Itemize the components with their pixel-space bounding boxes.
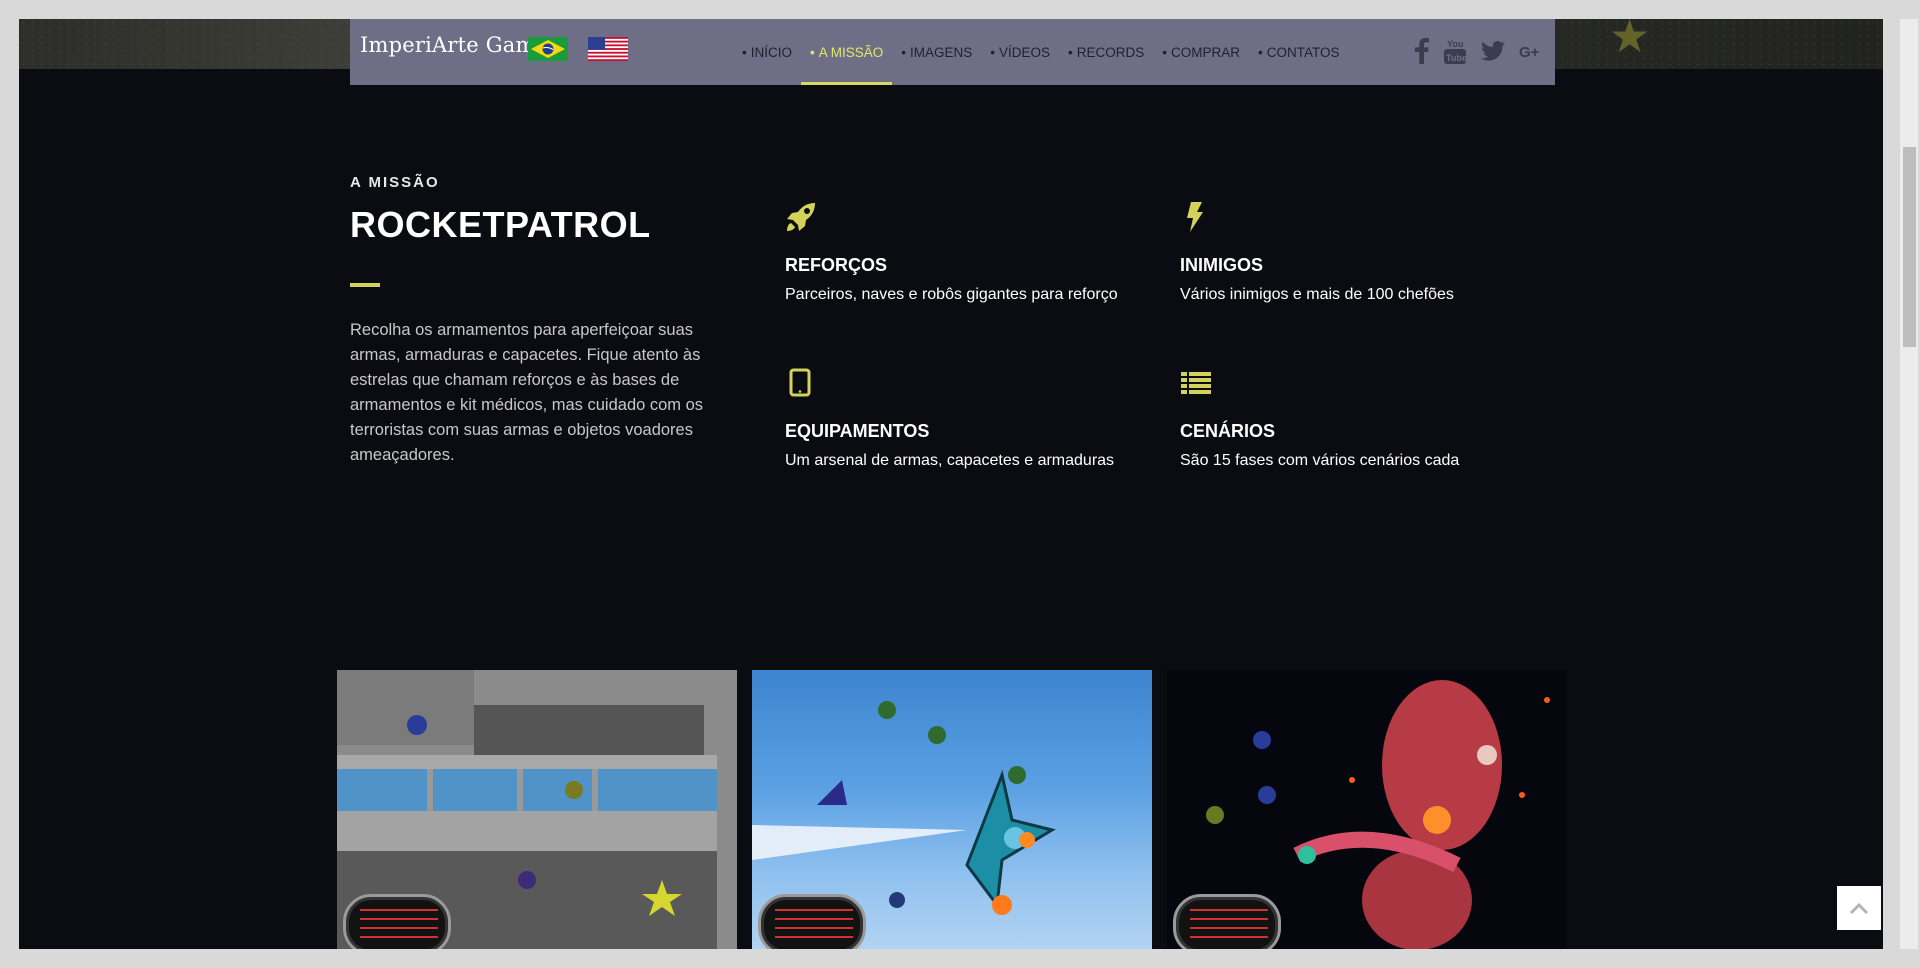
scrollbar-thumb[interactable] [1903,147,1916,347]
feature-reforcos: REFORÇOS Parceiros, naves e robôs gigant… [785,201,1165,304]
tablet-icon [789,368,811,397]
section-kicker: A MISSÃO [350,174,440,191]
list-icon [1181,372,1211,394]
youtube-icon[interactable]: You Tube [1443,37,1467,65]
feature-title: REFORÇOS [785,255,888,275]
game-hud-panel [343,894,451,949]
brazil-flag-icon[interactable] [528,37,568,61]
facebook-icon[interactable] [1415,38,1429,64]
nav-item-inicio[interactable]: INÍCIO [733,19,801,85]
feature-title: CENÁRIOS [1180,421,1276,441]
nav-item-a-missao[interactable]: A MISSÃO [801,19,893,85]
bolt-icon [1187,202,1203,232]
screenshot-gallery [337,670,1567,949]
nav-item-contatos[interactable]: CONTATOS [1249,19,1349,85]
nav-item-videos[interactable]: VÍDEOS [981,19,1059,85]
social-links: You Tube G+ [1415,37,1541,65]
twitter-icon[interactable] [1481,41,1505,61]
browser-viewport: ★ ImperiArte Games INÍCIO A MISSÃO IMAGE… [19,19,1883,949]
feature-text: Parceiros, naves e robôs gigantes para r… [785,286,1118,303]
title-divider [350,283,380,287]
nav-item-imagens[interactable]: IMAGENS [892,19,981,85]
feature-equipamentos: EQUIPAMENTOS Um arsenal de armas, capace… [785,367,1165,470]
feature-inimigos: INIMIGOS Vários inimigos e mais de 100 c… [1180,201,1560,304]
svg-text:You: You [1447,39,1463,49]
svg-text:Tube: Tube [1446,53,1467,63]
page-title: ROCKETPATROL [350,204,651,245]
feature-text: São 15 fases com vários cenários cada [1180,452,1460,469]
gallery-image-building[interactable] [337,670,737,949]
feature-title: INIMIGOS [1180,255,1264,275]
game-hud-panel [1173,894,1281,949]
google-plus-icon[interactable]: G+ [1519,42,1541,60]
feature-title: EQUIPAMENTOS [785,421,930,441]
navbar: ImperiArte Games INÍCIO A MISSÃO IMAGENS… [350,19,1555,85]
feature-text: Um arsenal de armas, capacetes e armadur… [785,452,1115,469]
svg-text:G+: G+ [1519,44,1540,60]
usa-flag-icon[interactable] [588,37,628,61]
game-hud-panel [758,894,866,949]
feature-text: Vários inimigos e mais de 100 chefões [1180,286,1454,303]
back-to-top-button[interactable] [1837,886,1881,930]
main-menu: INÍCIO A MISSÃO IMAGENS VÍDEOS RECORDS C… [733,19,1349,85]
star-decoration-icon: ★ [1609,19,1651,63]
chevron-up-icon [1849,902,1869,915]
nav-item-comprar[interactable]: COMPRAR [1153,19,1249,85]
nav-item-records[interactable]: RECORDS [1059,19,1153,85]
feature-cenarios: CENÁRIOS São 15 fases com vários cenário… [1180,367,1560,470]
gallery-image-sky[interactable] [752,670,1152,949]
mission-description: Recolha os armamentos para aperfeiçoar s… [350,321,704,464]
rocket-icon [787,203,815,231]
gallery-image-space-boss[interactable] [1167,670,1567,949]
